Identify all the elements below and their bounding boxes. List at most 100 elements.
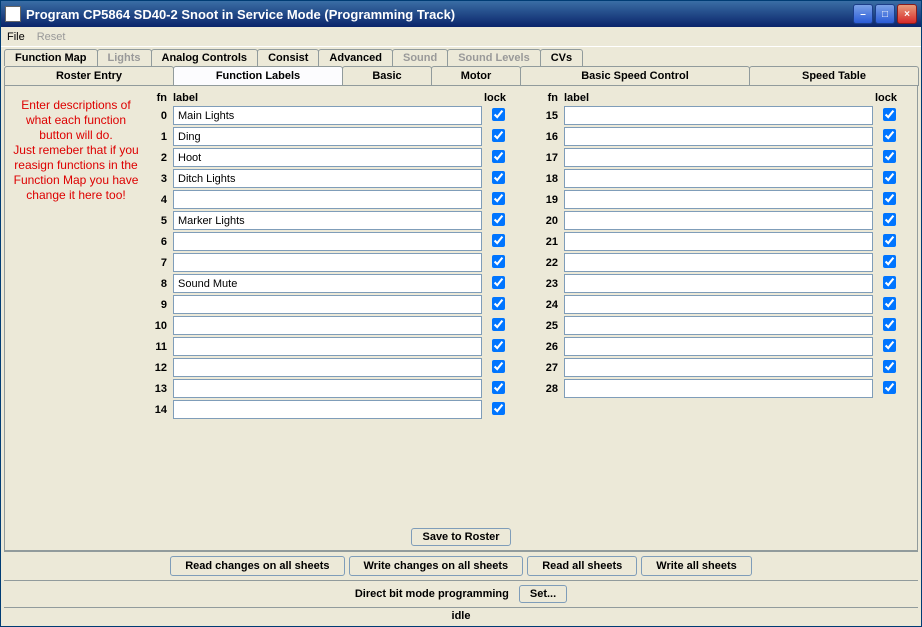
tab-speed-table[interactable]: Speed Table bbox=[749, 66, 919, 86]
tab-roster-entry[interactable]: Roster Entry bbox=[4, 66, 174, 86]
lock-checkbox[interactable] bbox=[492, 339, 505, 352]
label-input[interactable] bbox=[173, 148, 482, 167]
lock-checkbox[interactable] bbox=[492, 318, 505, 331]
label-input[interactable] bbox=[173, 337, 482, 356]
label-input[interactable] bbox=[173, 190, 482, 209]
fn-number: 22 bbox=[534, 257, 564, 269]
lock-checkbox[interactable] bbox=[492, 213, 505, 226]
lock-checkbox[interactable] bbox=[492, 297, 505, 310]
lock-checkbox[interactable] bbox=[883, 276, 896, 289]
label-input[interactable] bbox=[564, 253, 873, 272]
lock-checkbox[interactable] bbox=[883, 108, 896, 121]
lock-checkbox[interactable] bbox=[492, 192, 505, 205]
lock-checkbox[interactable] bbox=[883, 213, 896, 226]
fn-number: 16 bbox=[534, 131, 564, 143]
label-input[interactable] bbox=[564, 379, 873, 398]
titlebar: Program CP5864 SD40-2 Snoot in Service M… bbox=[1, 1, 921, 27]
lock-checkbox[interactable] bbox=[492, 108, 505, 121]
lock-cell bbox=[873, 171, 909, 187]
fn-number: 0 bbox=[143, 110, 173, 122]
window-title: Program CP5864 SD40-2 Snoot in Service M… bbox=[26, 7, 853, 22]
lock-checkbox[interactable] bbox=[883, 360, 896, 373]
header-fn: fn bbox=[143, 92, 173, 104]
tab-sound-levels[interactable]: Sound Levels bbox=[447, 49, 541, 66]
tab-basic-speed-control[interactable]: Basic Speed Control bbox=[520, 66, 750, 86]
write-changes-button[interactable]: Write changes on all sheets bbox=[349, 556, 524, 576]
lock-checkbox[interactable] bbox=[492, 234, 505, 247]
label-input[interactable] bbox=[564, 211, 873, 230]
lock-cell bbox=[873, 360, 909, 376]
fn-number: 14 bbox=[143, 404, 173, 416]
lock-checkbox[interactable] bbox=[883, 255, 896, 268]
lock-checkbox[interactable] bbox=[883, 171, 896, 184]
close-button[interactable]: × bbox=[897, 4, 917, 24]
menu-reset[interactable]: Reset bbox=[37, 31, 66, 43]
maximize-button[interactable]: □ bbox=[875, 4, 895, 24]
set-button[interactable]: Set... bbox=[519, 585, 567, 603]
menu-file[interactable]: File bbox=[7, 31, 25, 43]
tab-sound[interactable]: Sound bbox=[392, 49, 448, 66]
label-input[interactable] bbox=[564, 169, 873, 188]
label-input[interactable] bbox=[173, 169, 482, 188]
tab-cvs[interactable]: CVs bbox=[540, 49, 583, 66]
label-input[interactable] bbox=[173, 400, 482, 419]
lock-checkbox[interactable] bbox=[883, 381, 896, 394]
lock-checkbox[interactable] bbox=[883, 318, 896, 331]
label-input[interactable] bbox=[564, 316, 873, 335]
tab-function-labels[interactable]: Function Labels bbox=[173, 66, 343, 86]
lock-checkbox[interactable] bbox=[883, 297, 896, 310]
label-input[interactable] bbox=[173, 106, 482, 125]
label-input[interactable] bbox=[564, 232, 873, 251]
minimize-button[interactable]: – bbox=[853, 4, 873, 24]
lock-checkbox[interactable] bbox=[492, 276, 505, 289]
tab-function-map[interactable]: Function Map bbox=[4, 49, 98, 66]
lock-checkbox[interactable] bbox=[492, 171, 505, 184]
label-input[interactable] bbox=[173, 316, 482, 335]
save-to-roster-button[interactable]: Save to Roster bbox=[411, 528, 510, 546]
fn-number: 1 bbox=[143, 131, 173, 143]
write-all-button[interactable]: Write all sheets bbox=[641, 556, 752, 576]
lock-checkbox[interactable] bbox=[883, 129, 896, 142]
fn-number: 11 bbox=[143, 341, 173, 353]
lock-cell bbox=[482, 381, 518, 397]
label-input[interactable] bbox=[173, 295, 482, 314]
fn-number: 6 bbox=[143, 236, 173, 248]
lock-checkbox[interactable] bbox=[492, 150, 505, 163]
label-input[interactable] bbox=[564, 274, 873, 293]
tab-consist[interactable]: Consist bbox=[257, 49, 319, 66]
lock-checkbox[interactable] bbox=[883, 339, 896, 352]
label-input[interactable] bbox=[564, 106, 873, 125]
label-input[interactable] bbox=[564, 337, 873, 356]
lock-checkbox[interactable] bbox=[492, 129, 505, 142]
function-labels-area: Enter descriptions of what each function… bbox=[5, 86, 917, 524]
lock-checkbox[interactable] bbox=[883, 192, 896, 205]
read-all-button[interactable]: Read all sheets bbox=[527, 556, 637, 576]
tab-basic[interactable]: Basic bbox=[342, 66, 432, 86]
tab-lights[interactable]: Lights bbox=[97, 49, 152, 66]
label-input[interactable] bbox=[564, 358, 873, 377]
label-input[interactable] bbox=[173, 127, 482, 146]
lock-checkbox[interactable] bbox=[492, 381, 505, 394]
lock-checkbox[interactable] bbox=[883, 150, 896, 163]
header-row: fn label lock bbox=[143, 92, 518, 104]
tab-advanced[interactable]: Advanced bbox=[318, 49, 393, 66]
label-input[interactable] bbox=[564, 295, 873, 314]
label-input[interactable] bbox=[564, 127, 873, 146]
label-input[interactable] bbox=[173, 379, 482, 398]
header-lock: lock bbox=[873, 92, 909, 104]
tab-motor[interactable]: Motor bbox=[431, 66, 521, 86]
tab-analog-controls[interactable]: Analog Controls bbox=[151, 49, 259, 66]
lock-cell bbox=[873, 381, 909, 397]
label-input[interactable] bbox=[173, 274, 482, 293]
lock-checkbox[interactable] bbox=[492, 360, 505, 373]
label-input[interactable] bbox=[173, 211, 482, 230]
read-changes-button[interactable]: Read changes on all sheets bbox=[170, 556, 344, 576]
lock-checkbox[interactable] bbox=[492, 255, 505, 268]
label-input[interactable] bbox=[564, 190, 873, 209]
lock-checkbox[interactable] bbox=[883, 234, 896, 247]
label-input[interactable] bbox=[564, 148, 873, 167]
lock-checkbox[interactable] bbox=[492, 402, 505, 415]
label-input[interactable] bbox=[173, 358, 482, 377]
label-input[interactable] bbox=[173, 253, 482, 272]
label-input[interactable] bbox=[173, 232, 482, 251]
